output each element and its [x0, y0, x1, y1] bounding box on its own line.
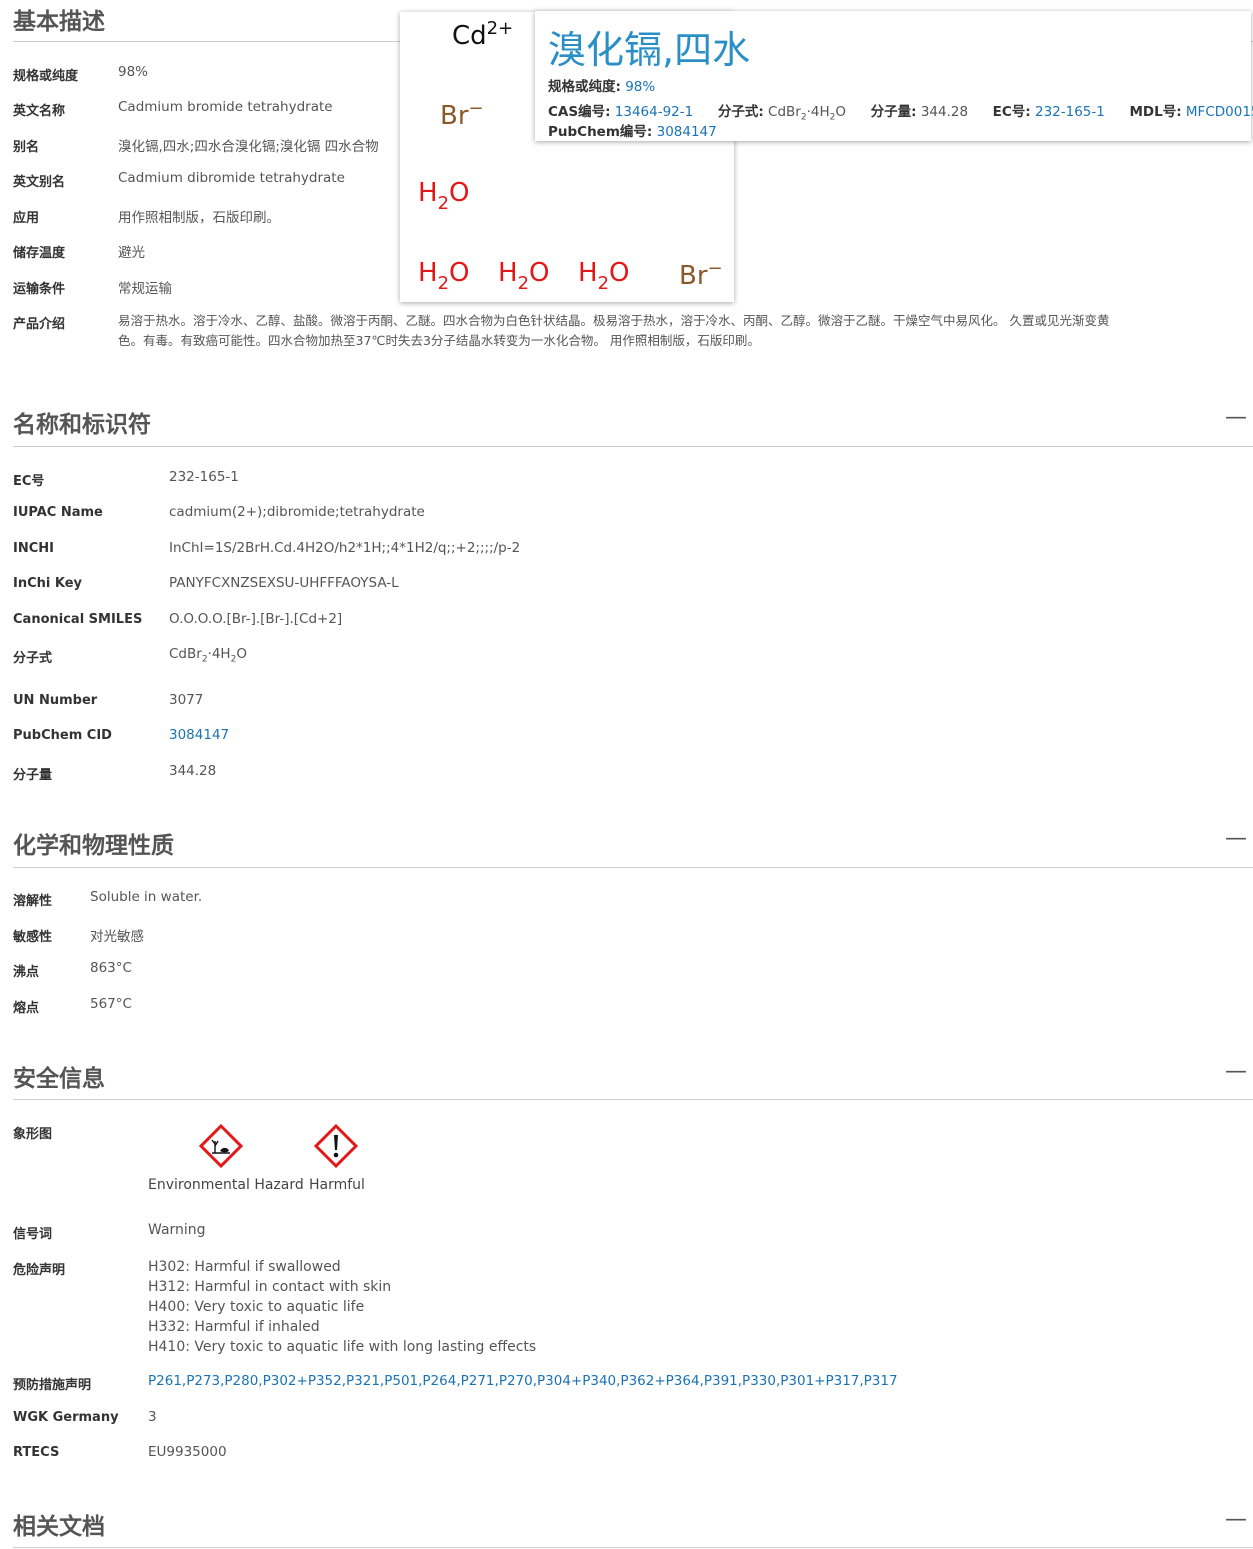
section-divider	[13, 867, 1253, 868]
value-rtecs: EU9935000	[148, 1444, 227, 1460]
water-molecule: H2O	[578, 258, 630, 294]
hazard-statement: H400: Very toxic to aquatic life	[148, 1299, 365, 1315]
label-application: 应用	[13, 211, 40, 226]
exclamation-icon	[314, 1124, 358, 1168]
card-purity: 规格或纯度: 98%	[548, 79, 656, 95]
collapse-documents-button[interactable]: —	[1225, 1509, 1247, 1531]
value-signal-word: Warning	[148, 1222, 206, 1238]
hazard-statement: H312: Harmful in contact with skin	[148, 1279, 392, 1295]
value-purity: 98%	[118, 64, 149, 80]
label-un-number: UN Number	[13, 693, 98, 708]
value-boiling-point: 863°C	[90, 960, 132, 976]
hazard-statement: H332: Harmful if inhaled	[148, 1319, 320, 1335]
value-inchi: InChI=1S/2BrH.Cd.4H2O/h2*1H;;4*1H2/q;;+2…	[169, 540, 521, 556]
water-molecule: H2O	[498, 258, 550, 294]
value-alias: 溴化镉,四水;四水合溴化镉;溴化镉 四水合物	[118, 139, 379, 155]
label-molecular-weight: 分子量	[13, 768, 53, 783]
value-un-number: 3077	[169, 692, 204, 708]
collapse-properties-button[interactable]: —	[1225, 828, 1247, 850]
section-title-safety: 安全信息	[13, 1066, 105, 1092]
value-sensitivity: 对光敏感	[90, 929, 144, 945]
cas-link[interactable]: 13464-92-1	[615, 104, 693, 120]
product-summary-card: 溴化镉,四水 规格或纯度: 98% CAS编号: 13464-92-1 分子式:…	[535, 11, 1253, 141]
label-ec: EC号	[13, 474, 45, 489]
value-solubility: Soluble in water.	[90, 889, 203, 905]
value-shipping: 常规运输	[118, 281, 172, 297]
label-sensitivity: 敏感性	[13, 930, 53, 945]
label-rtecs: RTECS	[13, 1445, 60, 1460]
section-divider	[13, 1547, 1253, 1548]
label-solubility: 溶解性	[13, 894, 53, 909]
value-english-alias: Cadmium dibromide tetrahydrate	[118, 170, 345, 186]
collapse-safety-button[interactable]: —	[1225, 1061, 1247, 1083]
label-english-name: 英文名称	[13, 104, 66, 119]
label-melting-point: 熔点	[13, 1001, 40, 1016]
section-title-properties: 化学和物理性质	[13, 833, 174, 859]
water-molecule: H2O	[418, 178, 470, 214]
label-wgk: WGK Germany	[13, 1410, 119, 1425]
bromide-ion: Br−	[679, 258, 723, 291]
hazard-statement: H410: Very toxic to aquatic life with lo…	[148, 1339, 537, 1355]
card-pubchem: PubChem编号: 3084147	[548, 124, 717, 140]
section-title-identifiers: 名称和标识符	[13, 412, 151, 438]
value-ec: 232-165-1	[169, 469, 239, 485]
cadmium-ion: Cd2+	[452, 18, 514, 51]
value-wgk: 3	[148, 1409, 157, 1425]
value-inchi-key: PANYFCXNZSEXSU-UHFFFAOYSA-L	[169, 575, 399, 591]
label-shipping: 运输条件	[13, 282, 66, 297]
value-english-name: Cadmium bromide tetrahydrate	[118, 99, 333, 115]
label-signal-word: 信号词	[13, 1227, 53, 1242]
value-application: 用作照相制版，石版印刷。	[118, 210, 280, 226]
label-pictogram: 象形图	[13, 1127, 53, 1142]
purity-link[interactable]: 98%	[625, 79, 655, 95]
label-inchi: INCHI	[13, 541, 54, 556]
hazard-statements-list: H302: Harmful if swallowed H312: Harmful…	[148, 1257, 536, 1357]
precautionary-statements-link[interactable]: P261,P273,P280,P302+P352,P321,P501,P264,…	[148, 1373, 898, 1389]
ec-link[interactable]: 232-165-1	[1035, 104, 1105, 120]
hazard-statement: H302: Harmful if swallowed	[148, 1259, 341, 1275]
value-smiles: O.O.O.O.[Br-].[Br-].[Cd+2]	[169, 611, 343, 627]
value-melting-point: 567°C	[90, 996, 132, 1012]
value-molecular-weight: 344.28	[169, 763, 217, 779]
label-pubchem-cid: PubChem CID	[13, 728, 112, 743]
section-divider	[13, 446, 1253, 447]
label-inchi-key: InChi Key	[13, 576, 83, 591]
label-formula: 分子式	[13, 651, 53, 666]
label-smiles: Canonical SMILES	[13, 612, 143, 627]
pictogram-caption-environment: Environmental Hazard	[148, 1177, 304, 1193]
mdl-link[interactable]: MFCD00150204	[1186, 104, 1253, 120]
value-formula: CdBr2·4H2O	[169, 646, 247, 665]
product-title: 溴化镉,四水	[548, 28, 751, 72]
section-title-basic: 基本描述	[13, 9, 105, 35]
collapse-identifiers-button[interactable]: —	[1225, 407, 1247, 429]
pictogram-caption-harmful: Harmful	[309, 1177, 365, 1193]
label-product-intro: 产品介绍	[13, 317, 66, 332]
environment-hazard-icon	[199, 1124, 243, 1168]
water-molecule: H2O	[418, 258, 470, 294]
label-storage-temp: 储存温度	[13, 246, 66, 261]
label-iupac: IUPAC Name	[13, 505, 103, 520]
label-english-alias: 英文别名	[13, 175, 66, 190]
value-product-intro: 易溶于热水。溶于冷水、乙醇、盐酸。微溶于丙酮、乙醚。四水合物为白色针状结晶。极易…	[118, 313, 1110, 348]
section-title-documents: 相关文档	[13, 1514, 105, 1540]
value-storage-temp: 避光	[118, 245, 145, 261]
label-boiling-point: 沸点	[13, 965, 40, 980]
label-purity: 规格或纯度	[13, 69, 79, 84]
label-precautionary-statements: 预防措施声明	[13, 1378, 92, 1393]
bromide-ion: Br−	[440, 98, 484, 131]
value-iupac: cadmium(2+);dibromide;tetrahydrate	[169, 504, 425, 520]
label-hazard-statements: 危险声明	[13, 1263, 66, 1278]
pubchem-cid-link[interactable]: 3084147	[169, 727, 229, 743]
label-alias: 别名	[13, 140, 40, 155]
section-divider	[13, 1099, 1253, 1100]
pubchem-link[interactable]: 3084147	[657, 124, 717, 140]
